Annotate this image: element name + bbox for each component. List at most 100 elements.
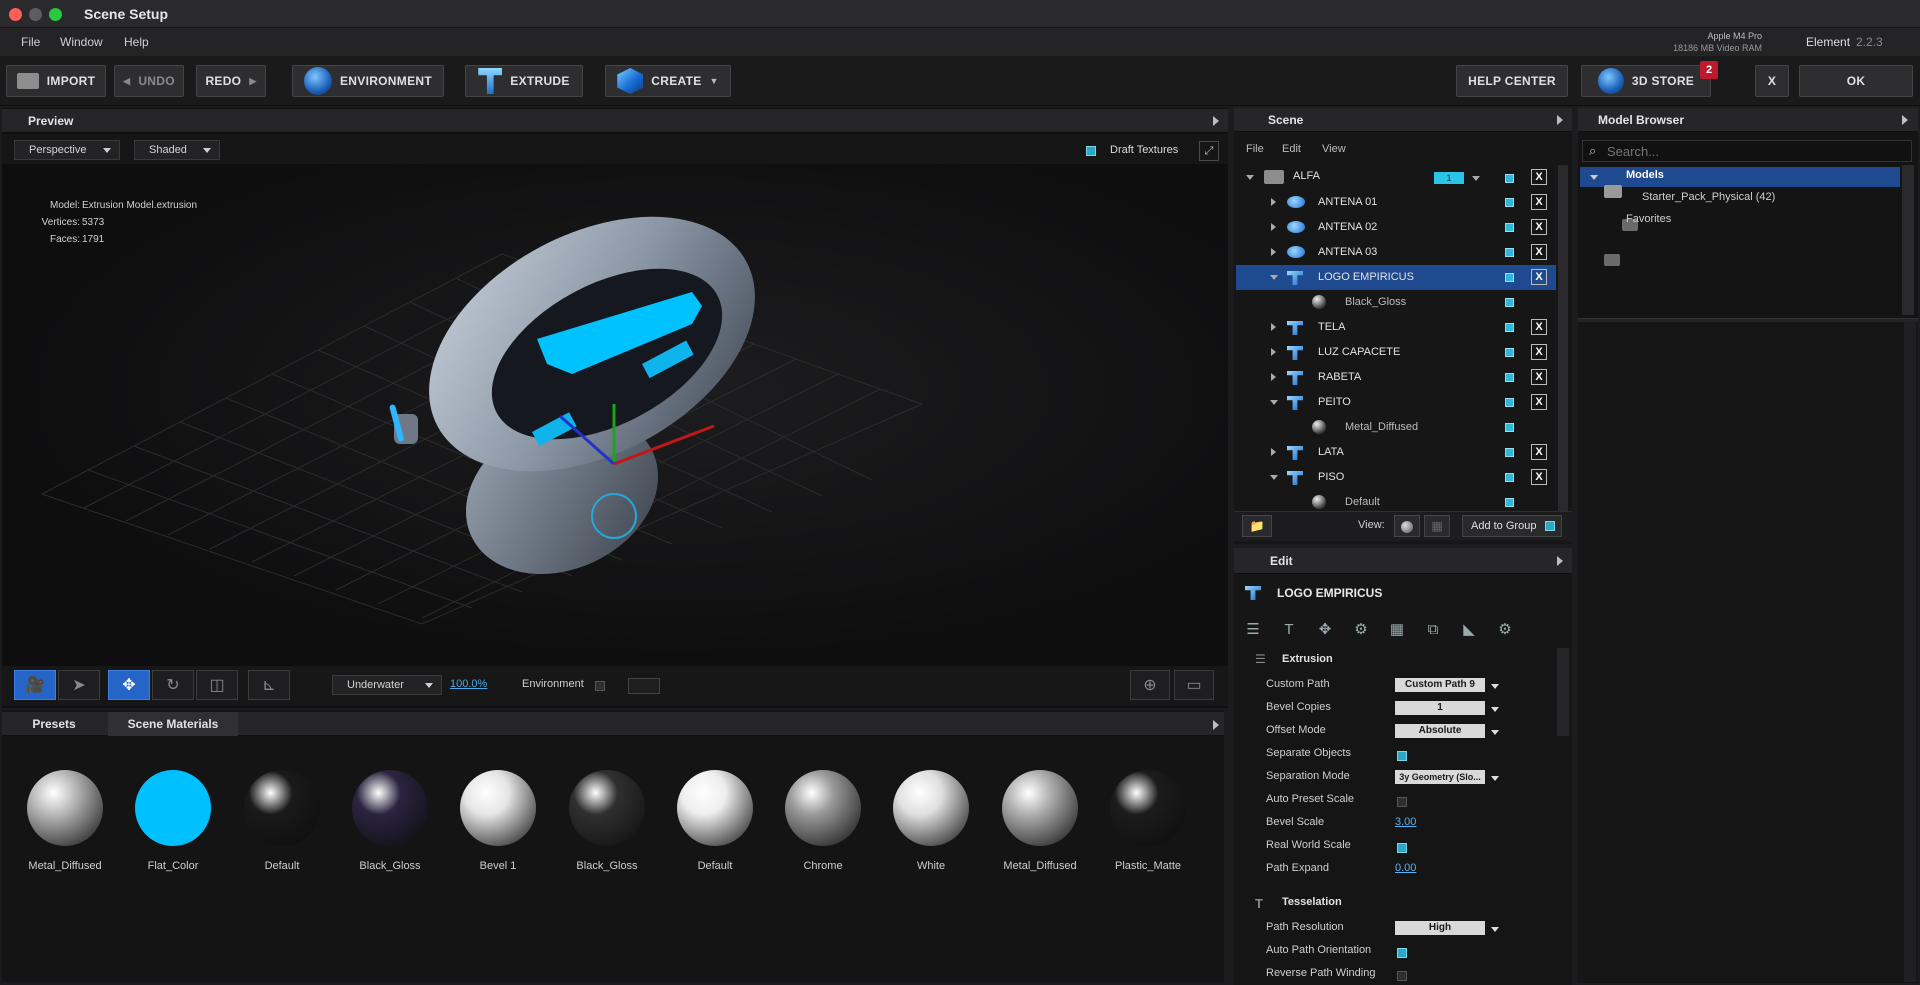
- delete-button[interactable]: X: [1531, 369, 1547, 385]
- select-tool-icon[interactable]: ➤: [58, 670, 100, 700]
- 3d-viewport[interactable]: [2, 164, 1228, 666]
- scene-menu-edit[interactable]: Edit: [1282, 143, 1301, 155]
- material-swatch-chrome[interactable]: [785, 770, 861, 846]
- visibility-toggle[interactable]: [1505, 248, 1514, 257]
- scale-tool-icon[interactable]: ◫: [196, 670, 238, 700]
- custom-path-field[interactable]: Custom Path 9: [1395, 678, 1485, 692]
- target-icon[interactable]: ⊕: [1130, 670, 1170, 700]
- visibility-toggle[interactable]: [1505, 373, 1514, 382]
- expand-toggle-icon[interactable]: [1271, 323, 1276, 331]
- scene-menu-file[interactable]: File: [1246, 143, 1264, 155]
- visibility-toggle[interactable]: [1505, 423, 1514, 432]
- material-swatch-flat-color[interactable]: [135, 770, 211, 846]
- delete-button[interactable]: X: [1531, 319, 1547, 335]
- expand-toggle-icon[interactable]: [1271, 448, 1276, 456]
- extrude-tool-icon[interactable]: T: [1276, 621, 1302, 638]
- minimize-window-button[interactable]: [29, 8, 42, 21]
- material-swatch-bevel-1[interactable]: [460, 770, 536, 846]
- add-to-group-button[interactable]: Add to Group: [1462, 515, 1562, 537]
- tab-scene-materials[interactable]: Scene Materials: [108, 712, 238, 736]
- copy-icon[interactable]: ⧉: [1420, 621, 1446, 638]
- chevron-down-icon[interactable]: [1491, 730, 1499, 735]
- model-tree-scrollbar[interactable]: [1902, 165, 1914, 315]
- collapse-arrow-icon[interactable]: [1902, 115, 1908, 125]
- auto-preset-scale-checkbox[interactable]: [1397, 797, 1407, 807]
- material-swatch-metal-diffused[interactable]: [27, 770, 103, 846]
- visibility-toggle[interactable]: [1505, 223, 1514, 232]
- environment-color-swatch[interactable]: [628, 678, 660, 694]
- expand-toggle-icon[interactable]: [1270, 275, 1278, 280]
- delete-button[interactable]: X: [1531, 344, 1547, 360]
- chevron-down-icon[interactable]: [1491, 927, 1499, 932]
- separation-mode-field[interactable]: 3y Geometry (Slo...: [1395, 770, 1485, 784]
- expand-toggle-icon[interactable]: [1590, 175, 1598, 180]
- visibility-toggle[interactable]: [1505, 348, 1514, 357]
- visibility-toggle[interactable]: [1505, 198, 1514, 207]
- delete-button[interactable]: X: [1531, 219, 1547, 235]
- cancel-button[interactable]: X: [1755, 65, 1789, 97]
- material-swatch-black-gloss[interactable]: [352, 770, 428, 846]
- material-swatch-plastic-matte[interactable]: [1110, 770, 1186, 846]
- reverse-path-winding-checkbox[interactable]: [1397, 971, 1407, 981]
- material-swatch-metal-diffused[interactable]: [1002, 770, 1078, 846]
- expand-toggle-icon[interactable]: [1271, 248, 1276, 256]
- auto-path-orientation-checkbox[interactable]: [1397, 948, 1407, 958]
- chevron-down-icon[interactable]: [1472, 176, 1480, 181]
- environment-button[interactable]: ENVIRONMENT: [292, 65, 444, 97]
- visibility-toggle[interactable]: [1505, 298, 1514, 307]
- visibility-toggle[interactable]: [1505, 498, 1514, 507]
- help-center-button[interactable]: HELP CENTER: [1456, 65, 1568, 97]
- delete-button[interactable]: X: [1531, 169, 1547, 185]
- collapse-arrow-icon[interactable]: [1557, 115, 1563, 125]
- menu-window[interactable]: Window: [60, 35, 103, 49]
- sphere-view-icon[interactable]: [1394, 515, 1420, 537]
- axis-tool-icon[interactable]: ⊾: [248, 670, 290, 700]
- visibility-toggle[interactable]: [1505, 273, 1514, 282]
- real-world-scale-checkbox[interactable]: [1397, 843, 1407, 853]
- tab-presets[interactable]: Presets: [14, 712, 94, 736]
- delete-button[interactable]: X: [1531, 394, 1547, 410]
- tree-item-starter-pack[interactable]: Starter_Pack_Physical (42): [1642, 191, 1775, 203]
- chevron-down-icon[interactable]: [1491, 776, 1499, 781]
- close-window-button[interactable]: [9, 8, 22, 21]
- shading-dropdown[interactable]: Shaded: [134, 140, 220, 160]
- menu-help[interactable]: Help: [124, 35, 149, 49]
- extrude-button[interactable]: EXTRUDE: [465, 65, 583, 97]
- visibility-toggle[interactable]: [1505, 323, 1514, 332]
- tree-item-favorites[interactable]: Favorites: [1626, 213, 1671, 225]
- group-number-field[interactable]: 1: [1434, 172, 1464, 184]
- camera-dropdown[interactable]: Perspective: [14, 140, 120, 160]
- expand-toggle-icon[interactable]: [1270, 400, 1278, 405]
- new-folder-icon[interactable]: 📁: [1242, 515, 1272, 537]
- expand-toggle-icon[interactable]: [1246, 175, 1254, 180]
- expand-toggle-icon[interactable]: [1271, 198, 1276, 206]
- rotate-tool-icon[interactable]: ↻: [152, 670, 194, 700]
- scene-menu-view[interactable]: View: [1322, 143, 1346, 155]
- menu-file[interactable]: File: [21, 35, 40, 49]
- delete-button[interactable]: X: [1531, 244, 1547, 260]
- separate-objects-checkbox[interactable]: [1397, 751, 1407, 761]
- collapse-arrow-icon[interactable]: [1213, 116, 1219, 126]
- bevel-scale-value[interactable]: 3.00: [1395, 816, 1416, 828]
- material-swatch-black-gloss[interactable]: [569, 770, 645, 846]
- draft-textures-checkbox[interactable]: [1086, 146, 1096, 156]
- maximize-viewport-icon[interactable]: ⤢: [1199, 141, 1219, 161]
- deform-icon[interactable]: ◣: [1456, 620, 1482, 638]
- material-swatch-white[interactable]: [893, 770, 969, 846]
- collapse-arrow-icon[interactable]: [1213, 720, 1219, 730]
- chevron-down-icon[interactable]: [1491, 707, 1499, 712]
- layers-icon[interactable]: ☰: [1240, 620, 1266, 638]
- material-swatch-default[interactable]: [244, 770, 320, 846]
- collapse-arrow-icon[interactable]: [1557, 556, 1563, 566]
- settings-gear-icon[interactable]: ⚙: [1492, 620, 1518, 638]
- material-swatch-default[interactable]: [677, 770, 753, 846]
- expand-toggle-icon[interactable]: [1271, 348, 1276, 356]
- display-icon[interactable]: ▭: [1174, 670, 1214, 700]
- delete-button[interactable]: X: [1531, 194, 1547, 210]
- redo-button[interactable]: REDO ▶: [196, 65, 266, 97]
- expand-toggle-icon[interactable]: [1271, 223, 1276, 231]
- bevel-copies-field[interactable]: 1: [1395, 701, 1485, 715]
- checker-icon[interactable]: ▦: [1384, 620, 1410, 638]
- delete-button[interactable]: X: [1531, 469, 1547, 485]
- grid-view-icon[interactable]: ▦: [1424, 515, 1450, 537]
